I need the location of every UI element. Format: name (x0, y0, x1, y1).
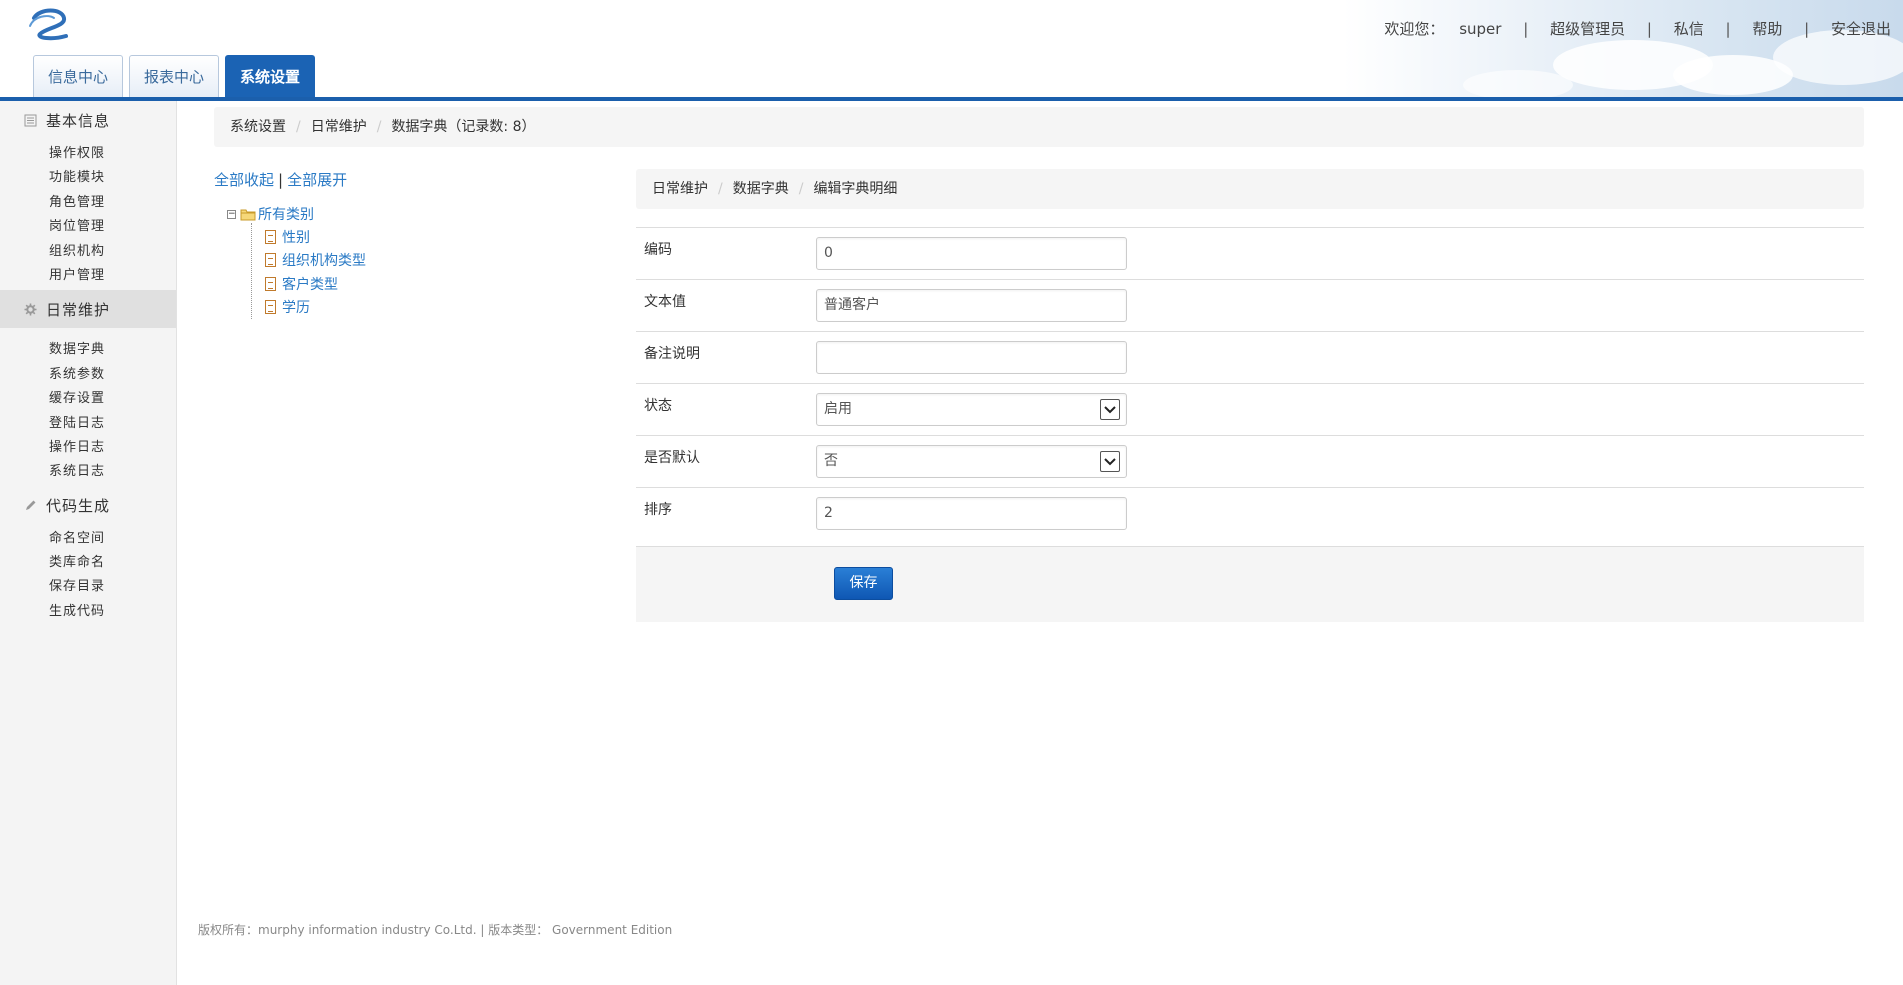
form-row-status: 状态 启用 (636, 384, 1864, 436)
list-icon (22, 112, 38, 128)
tree-node: 学历 (265, 296, 366, 320)
chevron-down-icon[interactable] (1100, 399, 1120, 420)
text-value-label: 文本值 (644, 294, 686, 310)
breadcrumb-item[interactable]: 数据字典 (733, 181, 789, 197)
sidebar-item-login-log[interactable]: 登陆日志 (0, 412, 176, 436)
expand-all-link[interactable]: 全部展开 (287, 171, 347, 189)
breadcrumb-item[interactable]: 日常维护 (652, 181, 708, 197)
breadcrumb: 系统设置 / 日常维护 / 数据字典（记录数: 8） (214, 107, 1864, 147)
form-actions: 保存 (636, 546, 1864, 622)
welcome-text: 欢迎您： (1384, 20, 1445, 38)
tree-controls: 全部收起 | 全部展开 (214, 171, 348, 189)
code-input[interactable]: 0 (816, 237, 1127, 270)
collapse-toggle-icon[interactable]: − (227, 209, 236, 219)
document-icon (265, 253, 276, 268)
messages-link[interactable]: 私信 (1674, 20, 1704, 38)
pencil-icon (22, 498, 38, 514)
remark-input[interactable] (816, 341, 1127, 374)
main-tabs: 信息中心 报表中心 系统设置 (33, 55, 321, 97)
edit-panel: 日常维护 / 数据字典 / 编辑字典明细 编码 0 文本值 普通客户 备注说明 状态 启… (636, 169, 1864, 622)
tab-system-settings[interactable]: 系统设置 (225, 55, 316, 97)
breadcrumb-item[interactable]: 系统设置 (230, 119, 286, 135)
tree-root-node: − 所有类别 (227, 203, 366, 225)
header-cloud-background (1343, 0, 1903, 100)
remark-label: 备注说明 (644, 346, 700, 362)
is-default-select[interactable]: 否 (816, 445, 1127, 478)
sidebar-group-daily-maintenance[interactable]: 日常维护 (0, 290, 176, 329)
status-select[interactable]: 启用 (816, 393, 1127, 426)
is-default-selected-value: 否 (824, 453, 838, 469)
tree-root-link[interactable]: 所有类别 (258, 204, 314, 224)
sidebar-item-save-directory[interactable]: 保存目录 (0, 575, 176, 599)
sidebar-item-system-parameters[interactable]: 系统参数 (0, 363, 176, 387)
edit-form: 编码 0 文本值 普通客户 备注说明 状态 启用 是否默认 否 排序 2 (636, 227, 1864, 546)
sidebar-item-data-dictionary[interactable]: 数据字典 (0, 338, 176, 362)
chevron-down-icon[interactable] (1100, 451, 1120, 472)
sidebar-item-system-log[interactable]: 系统日志 (0, 460, 176, 484)
collapse-all-link[interactable]: 全部收起 (214, 171, 274, 189)
sidebar-item-namespace[interactable]: 命名空间 (0, 527, 176, 551)
is-default-label: 是否默认 (644, 450, 700, 466)
sidebar-item-function-module[interactable]: 功能模块 (0, 166, 176, 190)
save-button[interactable]: 保存 (834, 567, 893, 600)
form-row-text: 文本值 普通客户 (636, 280, 1864, 332)
copyright-text: 版权所有：murphy information industry Co.Ltd.… (198, 923, 673, 937)
document-icon (265, 276, 276, 291)
category-tree: − 所有类别 性别 组织机构类型 客户类型 学历 (227, 203, 366, 319)
tree-node: 组织机构类型 (265, 249, 366, 273)
form-row-sort: 排序 2 (636, 488, 1864, 546)
sort-label: 排序 (644, 502, 672, 518)
top-user-bar: 欢迎您： super | 超级管理员 | 私信 | 帮助 | 安全退出 (1384, 20, 1891, 38)
sidebar-group-label: 基本信息 (46, 111, 111, 130)
tab-report-center[interactable]: 报表中心 (129, 55, 220, 97)
folder-icon (240, 209, 256, 220)
sidebar-item-organization[interactable]: 组织机构 (0, 240, 176, 264)
code-label: 编码 (644, 242, 672, 258)
sidebar: 基本信息 操作权限 功能模块 角色管理 岗位管理 组织机构 用户管理 日常维护 … (0, 101, 177, 985)
sort-input[interactable]: 2 (816, 497, 1127, 530)
form-row-code: 编码 0 (636, 228, 1864, 280)
breadcrumb-current: 数据字典（记录数: 8） (391, 119, 536, 135)
sidebar-item-post-management[interactable]: 岗位管理 (0, 215, 176, 239)
tree-node-link[interactable]: 性别 (282, 227, 310, 247)
role-link[interactable]: 超级管理员 (1550, 20, 1625, 38)
breadcrumb-item[interactable]: 日常维护 (311, 119, 367, 135)
document-icon (265, 300, 276, 315)
sidebar-item-generate-code[interactable]: 生成代码 (0, 600, 176, 624)
status-label: 状态 (644, 398, 672, 414)
help-link[interactable]: 帮助 (1752, 20, 1782, 38)
sidebar-item-operation-permission[interactable]: 操作权限 (0, 142, 176, 166)
gear-icon (22, 301, 38, 317)
sidebar-item-user-management[interactable]: 用户管理 (0, 264, 176, 288)
username-text: super (1459, 20, 1502, 38)
tab-info-center[interactable]: 信息中心 (33, 55, 124, 97)
sidebar-item-library-naming[interactable]: 类库命名 (0, 551, 176, 575)
sidebar-group-basic-info[interactable]: 基本信息 (0, 101, 176, 139)
tree-node: 性别 (265, 225, 366, 249)
sidebar-item-cache-settings[interactable]: 缓存设置 (0, 387, 176, 411)
sidebar-group-label: 日常维护 (46, 300, 111, 319)
form-row-default: 是否默认 否 (636, 436, 1864, 488)
sidebar-group-label: 代码生成 (46, 497, 111, 516)
tree-children: 性别 组织机构类型 客户类型 学历 (251, 223, 366, 320)
sidebar-group-code-generation[interactable]: 代码生成 (0, 487, 176, 525)
header: 欢迎您： super | 超级管理员 | 私信 | 帮助 | 安全退出 信息中心… (0, 0, 1903, 101)
document-icon (265, 229, 276, 244)
main-content: 系统设置 / 日常维护 / 数据字典（记录数: 8） 全部收起 | 全部展开 − 所有类别 … (177, 101, 1903, 985)
tree-node-link[interactable]: 客户类型 (282, 274, 338, 294)
tree-node-link[interactable]: 学历 (282, 297, 310, 317)
sidebar-item-role-management[interactable]: 角色管理 (0, 191, 176, 215)
logout-link[interactable]: 安全退出 (1831, 20, 1891, 38)
breadcrumb-current: 编辑字典明细 (813, 181, 898, 197)
text-value-input[interactable]: 普通客户 (816, 289, 1127, 322)
status-selected-value: 启用 (824, 401, 852, 417)
logo-icon (29, 8, 68, 41)
panel-breadcrumb: 日常维护 / 数据字典 / 编辑字典明细 (636, 169, 1864, 209)
tree-node: 客户类型 (265, 272, 366, 296)
form-row-remark: 备注说明 (636, 332, 1864, 384)
tree-node-link[interactable]: 组织机构类型 (282, 250, 366, 270)
sidebar-item-operation-log[interactable]: 操作日志 (0, 436, 176, 460)
